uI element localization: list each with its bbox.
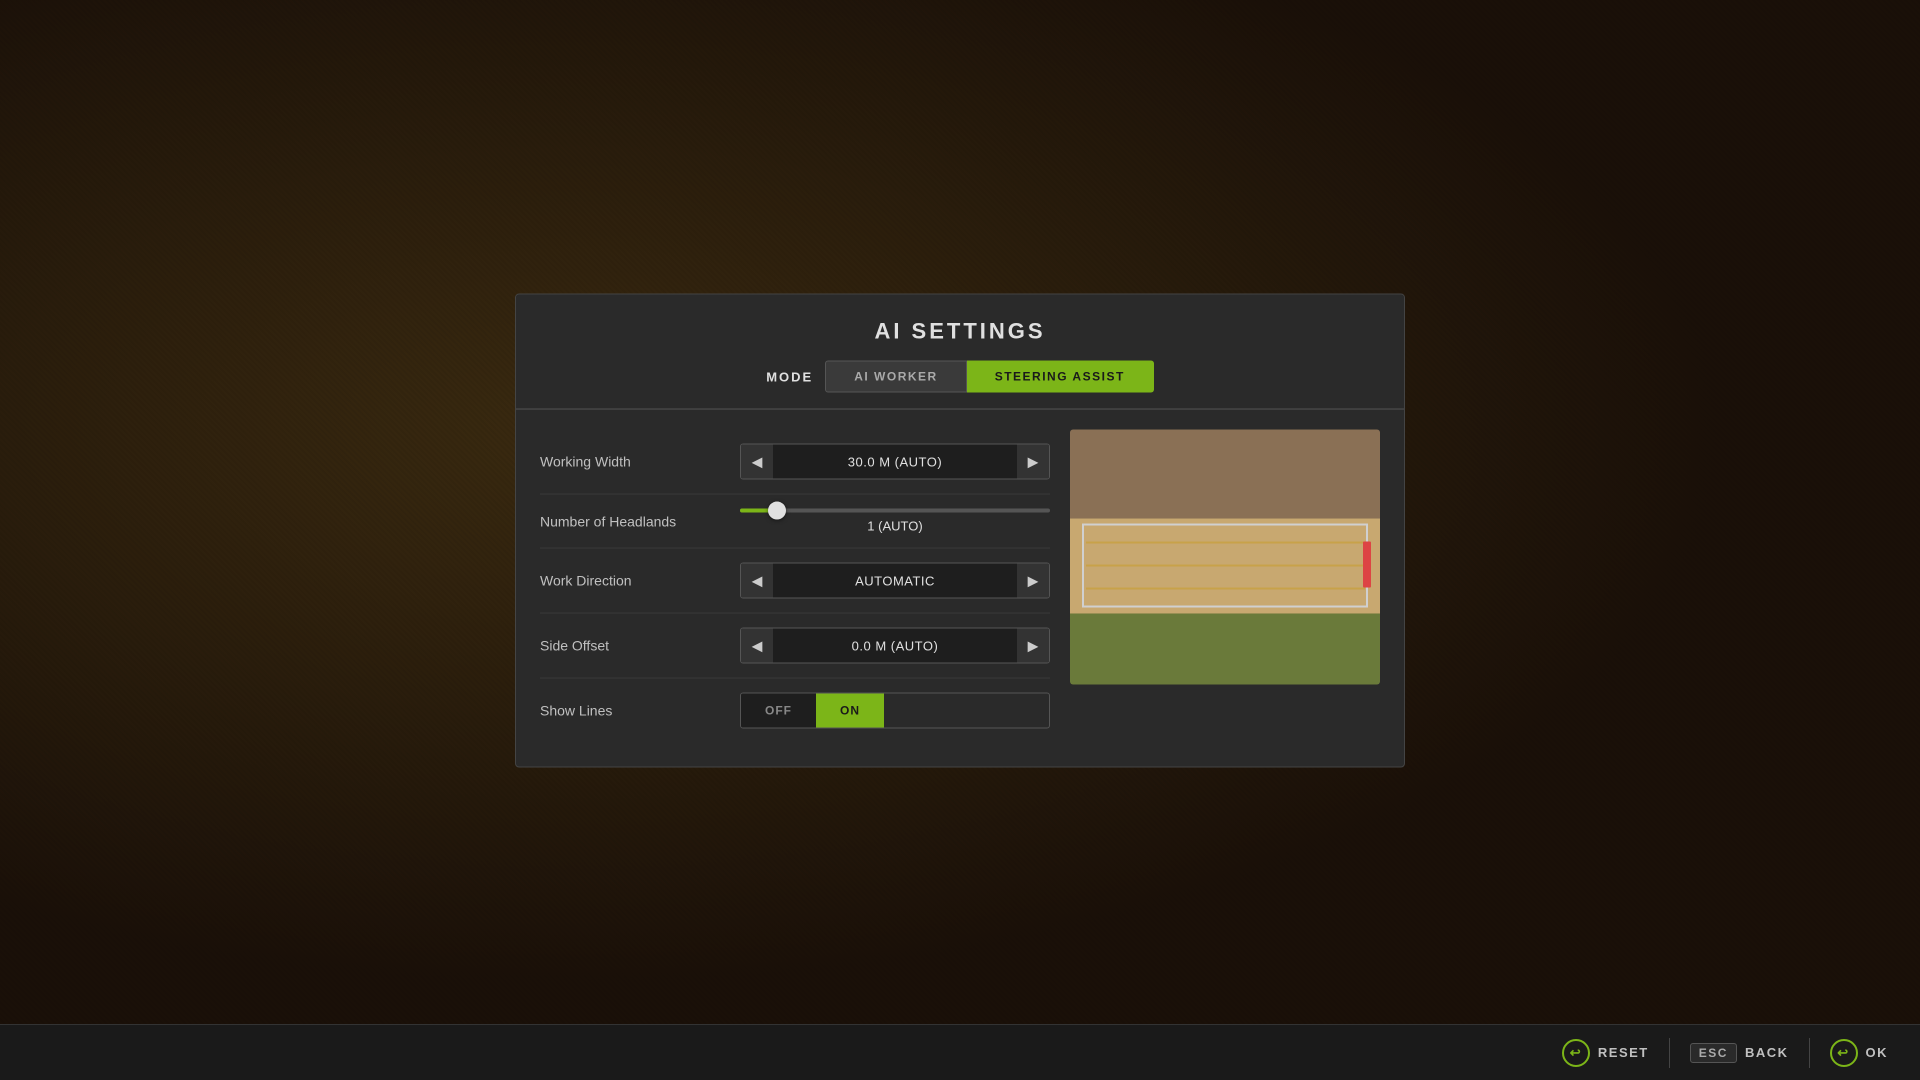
working-width-label: Working Width	[540, 454, 740, 470]
show-lines-row: Show Lines OFF ON	[540, 679, 1050, 743]
work-direction-left-btn[interactable]: ◀	[741, 564, 773, 598]
working-width-control: ◀ 30.0 M (AUTO) ▶	[740, 444, 1050, 480]
side-offset-left-btn[interactable]: ◀	[741, 629, 773, 663]
working-width-arrow-control: ◀ 30.0 M (AUTO) ▶	[740, 444, 1050, 480]
field-preview	[1070, 430, 1380, 685]
working-width-right-btn[interactable]: ▶	[1017, 445, 1049, 479]
bottom-bar: ↩ RESET ESC BACK ↩ OK	[0, 1024, 1920, 1080]
side-offset-label: Side Offset	[540, 638, 740, 654]
tab-steering-assist[interactable]: STEERING ASSIST	[967, 361, 1154, 393]
reset-button[interactable]: ↩ RESET	[1550, 1033, 1661, 1073]
show-lines-off-btn[interactable]: OFF	[741, 694, 816, 728]
headlands-row: Number of Headlands 1 (AUTO)	[540, 495, 1050, 549]
headlands-slider-thumb[interactable]	[768, 502, 786, 520]
back-button[interactable]: ESC BACK	[1678, 1037, 1801, 1069]
working-width-value: 30.0 M (AUTO)	[773, 454, 1017, 469]
show-lines-control: OFF ON	[740, 693, 1050, 729]
work-direction-value: AUTOMATIC	[773, 573, 1017, 588]
ok-label: OK	[1866, 1045, 1889, 1060]
reset-label: RESET	[1598, 1045, 1649, 1060]
side-offset-arrow-control: ◀ 0.0 M (AUTO) ▶	[740, 628, 1050, 664]
work-direction-arrow-control: ◀ AUTOMATIC ▶	[740, 563, 1050, 599]
side-offset-right-btn[interactable]: ▶	[1017, 629, 1049, 663]
field-top-area	[1070, 430, 1380, 519]
back-label: BACK	[1745, 1045, 1789, 1060]
show-lines-on-btn[interactable]: ON	[816, 694, 884, 728]
modal-header: AI SETTINGS	[516, 295, 1404, 361]
separator-2	[1809, 1038, 1810, 1068]
side-offset-row: Side Offset ◀ 0.0 M (AUTO) ▶	[540, 614, 1050, 679]
reset-icon: ↩	[1562, 1039, 1590, 1067]
field-bottom-area	[1070, 613, 1380, 684]
working-width-left-btn[interactable]: ◀	[741, 445, 773, 479]
ok-button[interactable]: ↩ OK	[1818, 1033, 1901, 1073]
separator-1	[1669, 1038, 1670, 1068]
tab-bar: MODE AI WORKER STEERING ASSIST	[516, 361, 1404, 410]
modal-title: AI SETTINGS	[536, 319, 1384, 345]
esc-key: ESC	[1690, 1043, 1737, 1063]
headlands-control: 1 (AUTO)	[740, 509, 1050, 534]
field-line-3	[1086, 588, 1365, 590]
preview-panel	[1070, 430, 1380, 743]
field-line-1	[1086, 542, 1365, 544]
settings-panel: Working Width ◀ 30.0 M (AUTO) ▶ Number o…	[540, 430, 1050, 743]
work-direction-control: ◀ AUTOMATIC ▶	[740, 563, 1050, 599]
field-line-2	[1086, 565, 1365, 567]
ai-settings-modal: AI SETTINGS MODE AI WORKER STEERING ASSI…	[515, 294, 1405, 768]
headlands-slider-track[interactable]	[740, 509, 1050, 513]
field-work-lines	[1086, 532, 1365, 601]
ok-icon: ↩	[1830, 1039, 1858, 1067]
side-offset-value: 0.0 M (AUTO)	[773, 638, 1017, 653]
tab-ai-worker[interactable]: AI WORKER	[825, 361, 967, 393]
working-width-row: Working Width ◀ 30.0 M (AUTO) ▶	[540, 430, 1050, 495]
work-direction-right-btn[interactable]: ▶	[1017, 564, 1049, 598]
mode-label: MODE	[766, 369, 813, 384]
field-vehicle-marker	[1363, 542, 1371, 588]
show-lines-label: Show Lines	[540, 703, 740, 719]
headlands-label: Number of Headlands	[540, 513, 740, 529]
side-offset-control: ◀ 0.0 M (AUTO) ▶	[740, 628, 1050, 664]
work-direction-label: Work Direction	[540, 573, 740, 589]
modal-body: Working Width ◀ 30.0 M (AUTO) ▶ Number o…	[516, 410, 1404, 767]
headlands-slider-container: 1 (AUTO)	[740, 509, 1050, 534]
show-lines-toggle: OFF ON	[740, 693, 1050, 729]
work-direction-row: Work Direction ◀ AUTOMATIC ▶	[540, 549, 1050, 614]
headlands-slider-value: 1 (AUTO)	[740, 519, 1050, 534]
